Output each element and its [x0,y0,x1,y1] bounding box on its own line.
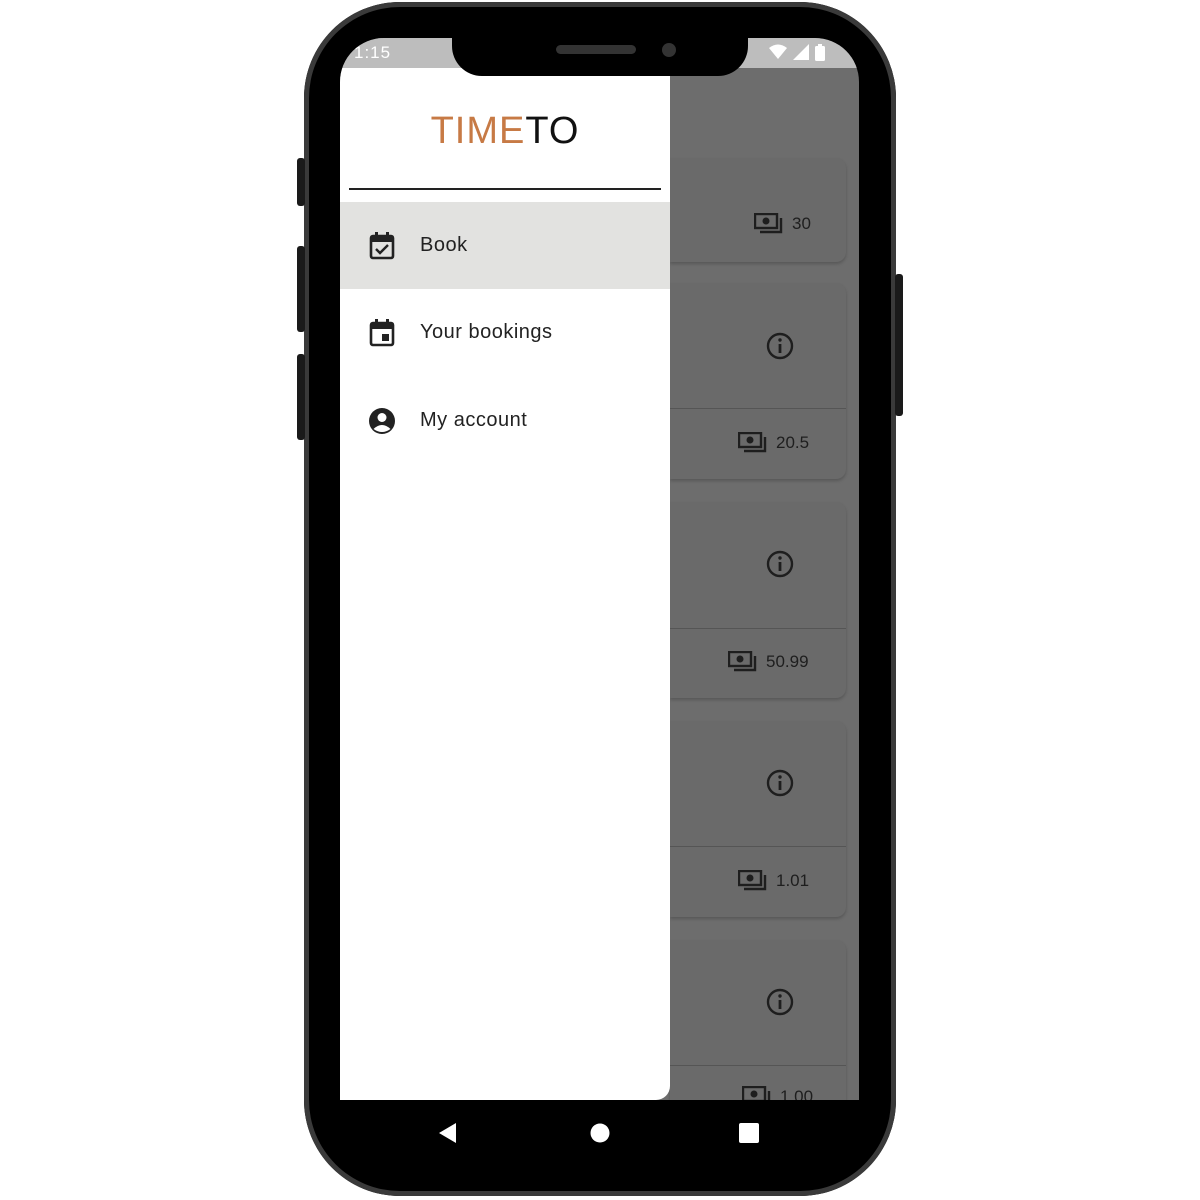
phone-side-button [297,158,305,206]
drawer-divider [349,188,661,190]
price-value: 50.99 [766,652,809,671]
phone-screen: 30 20.5 50.99 1.01 1.00 1:15 TIMETO Book… [340,38,859,1100]
drawer-item-my-account[interactable]: My account [340,377,670,464]
price-label: 1.01 [738,870,809,892]
price-label: 50.99 [728,651,809,673]
cash-icon [754,213,783,234]
info-icon[interactable] [766,988,794,1016]
card-divider [670,408,846,409]
account-circle-icon [368,407,396,435]
status-time: 1:15 [354,43,392,62]
list-card [670,158,846,262]
logo-part-time: TIME [430,110,526,152]
app-logo: TIMETO [340,110,670,153]
battery-icon [815,44,825,61]
phone-side-button [297,354,305,440]
price-label: 20.5 [738,432,809,454]
phone-side-button [297,246,305,332]
calendar-check-icon [368,231,396,260]
drawer-item-book[interactable]: Book [340,202,670,289]
phone-speaker [556,45,636,54]
recents-icon[interactable] [739,1123,759,1143]
home-icon[interactable] [590,1123,610,1143]
card-divider [670,628,846,629]
signal-icon [793,44,809,60]
price-label: 30 [754,213,811,235]
calendar-event-icon [368,318,396,347]
price-value: 20.5 [776,433,810,452]
cash-icon [738,870,767,891]
drawer-item-your-bookings[interactable]: Your bookings [340,289,670,376]
price-value: 1.00 [780,1087,814,1100]
info-icon[interactable] [766,550,794,578]
info-icon[interactable] [766,769,794,797]
navigation-drawer: TIMETO Book Your bookings My account [340,68,670,1100]
cash-icon [728,651,757,672]
phone-power-button [895,274,903,416]
price-value: 30 [792,214,811,233]
card-divider [670,1065,846,1066]
price-label: 1.00 [742,1086,813,1100]
cash-icon [738,432,767,453]
phone-camera [662,43,676,57]
drawer-item-label: Book [420,234,468,256]
wifi-icon [769,44,787,59]
list-card [670,940,846,1100]
back-icon[interactable] [438,1122,458,1144]
price-value: 1.01 [776,871,810,890]
status-icons [769,44,825,61]
drawer-item-label: Your bookings [420,321,553,343]
phone-notch [452,30,748,76]
system-navigation-bar [340,1100,859,1164]
drawer-item-label: My account [420,409,528,431]
card-divider [670,846,846,847]
info-icon[interactable] [766,332,794,360]
logo-part-to: TO [525,110,580,152]
cash-icon [742,1086,771,1100]
